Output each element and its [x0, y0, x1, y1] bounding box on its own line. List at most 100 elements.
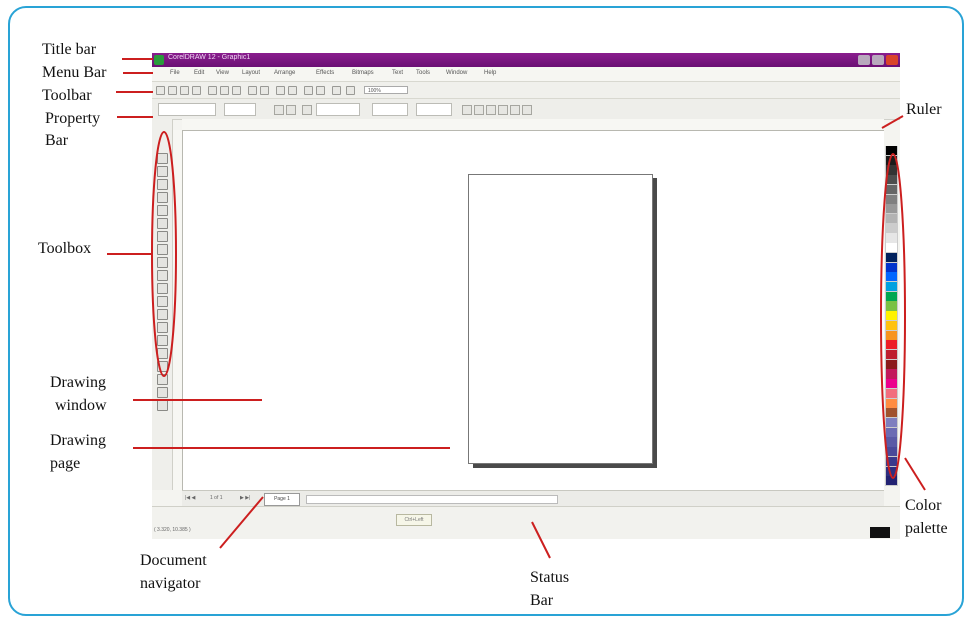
menu-item-layout[interactable]: Layout — [242, 70, 260, 76]
copy-icon[interactable] — [220, 86, 229, 95]
paste-icon[interactable] — [232, 86, 241, 95]
color-swatch[interactable] — [886, 175, 897, 185]
color-swatch[interactable] — [886, 388, 897, 399]
paper-width-field[interactable] — [224, 103, 256, 116]
snap-to-objects-icon[interactable] — [522, 105, 532, 115]
fill-color-swatch[interactable] — [870, 527, 890, 538]
outline-tool-icon[interactable] — [157, 322, 168, 333]
color-swatch[interactable] — [886, 359, 897, 369]
menu-item-bitmaps[interactable]: Bitmaps — [352, 70, 374, 76]
color-swatch[interactable] — [886, 418, 897, 428]
color-swatch[interactable] — [886, 369, 897, 379]
color-swatch[interactable] — [886, 204, 897, 214]
color-swatch[interactable] — [886, 408, 897, 418]
options-icon[interactable] — [474, 105, 484, 115]
color-swatch[interactable] — [886, 456, 897, 467]
basic-shapes-tool-icon[interactable] — [157, 270, 168, 281]
redo-icon[interactable] — [260, 86, 269, 95]
drawing-page[interactable] — [468, 174, 653, 464]
color-swatch[interactable] — [886, 282, 897, 292]
menu-item-edit[interactable]: Edit — [194, 70, 204, 76]
menu-item-text[interactable]: Text — [392, 70, 403, 76]
units-select[interactable] — [316, 103, 360, 116]
nudge-offset-field[interactable] — [372, 103, 408, 116]
dimension-tool-icon[interactable] — [157, 387, 168, 398]
close-button[interactable] — [886, 55, 898, 65]
save-icon[interactable] — [180, 86, 189, 95]
duplicate-distance-field[interactable] — [416, 103, 452, 116]
pick-tool-icon[interactable] — [157, 153, 168, 164]
color-swatch[interactable] — [886, 320, 897, 331]
color-swatch[interactable] — [886, 379, 897, 389]
open-icon[interactable] — [168, 86, 177, 95]
crop-tool-icon[interactable] — [157, 179, 168, 190]
eyedropper-tool-icon[interactable] — [157, 309, 168, 320]
color-swatch[interactable] — [886, 350, 897, 360]
fill-tool-icon[interactable] — [157, 335, 168, 346]
color-swatch[interactable] — [886, 447, 897, 457]
snap-to-grid-icon[interactable] — [498, 105, 508, 115]
zoom-tool-icon[interactable] — [157, 192, 168, 203]
text-tool-icon[interactable] — [157, 283, 168, 294]
last-page-button[interactable]: ▶ ▶| — [240, 495, 250, 501]
menu-item-arrange[interactable]: Arrange — [274, 70, 295, 76]
new-document-icon[interactable] — [156, 86, 165, 95]
undo-icon[interactable] — [248, 86, 257, 95]
paper-type-select[interactable] — [158, 103, 216, 116]
page-layout-icon[interactable] — [486, 105, 496, 115]
snap-icon[interactable] — [346, 86, 355, 95]
polygon-tool-icon[interactable] — [157, 257, 168, 268]
interactive-fill-tool-icon[interactable] — [157, 348, 168, 359]
color-swatch[interactable] — [886, 398, 897, 408]
color-swatch[interactable] — [886, 272, 897, 282]
ellipse-tool-icon[interactable] — [157, 244, 168, 255]
color-swatch[interactable] — [886, 427, 897, 437]
maximize-button[interactable] — [872, 55, 884, 65]
color-swatch[interactable] — [886, 155, 897, 165]
application-launcher-icon[interactable] — [304, 86, 313, 95]
menu-item-view[interactable]: View — [216, 70, 229, 76]
color-swatch[interactable] — [886, 340, 897, 350]
connector-tool-icon[interactable] — [157, 400, 168, 411]
print-icon[interactable] — [192, 86, 201, 95]
color-swatch[interactable] — [886, 223, 897, 233]
color-swatch[interactable] — [886, 262, 897, 272]
vertical-ruler[interactable] — [172, 130, 183, 490]
hand-tool-icon[interactable] — [157, 361, 168, 372]
interactive-blend-tool-icon[interactable] — [157, 296, 168, 307]
color-swatch[interactable] — [886, 165, 897, 175]
zoom-level-select[interactable]: 100% — [364, 86, 408, 94]
shape-tool-icon[interactable] — [157, 166, 168, 177]
zoom-level-icon[interactable] — [332, 86, 341, 95]
color-swatch[interactable] — [886, 330, 897, 340]
color-swatch[interactable] — [886, 194, 897, 204]
color-swatch[interactable] — [886, 466, 897, 476]
menu-item-effects[interactable]: Effects — [316, 70, 334, 76]
horizontal-scrollbar[interactable] — [306, 495, 558, 504]
freehand-tool-icon[interactable] — [157, 205, 168, 216]
color-swatch[interactable] — [886, 214, 897, 224]
menu-item-tools[interactable]: Tools — [416, 70, 430, 76]
minimize-button[interactable] — [858, 55, 870, 65]
color-swatch[interactable] — [886, 437, 897, 447]
page-tab[interactable]: Page 1 — [264, 493, 300, 506]
color-swatch[interactable] — [886, 146, 897, 156]
snap-to-guidelines-icon[interactable] — [510, 105, 520, 115]
rectangle-tool-icon[interactable] — [157, 231, 168, 242]
color-swatch[interactable] — [886, 233, 897, 243]
color-swatch[interactable] — [886, 301, 897, 311]
color-swatch[interactable] — [886, 243, 897, 253]
units-icon[interactable] — [302, 105, 312, 115]
color-swatch[interactable] — [886, 291, 897, 301]
menu-item-file[interactable]: File — [170, 70, 180, 76]
smart-fill-tool-icon[interactable] — [157, 218, 168, 229]
color-swatch[interactable] — [886, 476, 897, 486]
treat-as-filled-icon[interactable] — [462, 105, 472, 115]
portrait-icon[interactable] — [274, 105, 284, 115]
color-swatch[interactable] — [886, 252, 897, 263]
pen-tool-icon[interactable] — [157, 374, 168, 385]
export-icon[interactable] — [288, 86, 297, 95]
horizontal-ruler[interactable] — [182, 119, 884, 131]
menu-item-help[interactable]: Help — [484, 70, 496, 76]
color-swatch[interactable] — [886, 311, 897, 321]
